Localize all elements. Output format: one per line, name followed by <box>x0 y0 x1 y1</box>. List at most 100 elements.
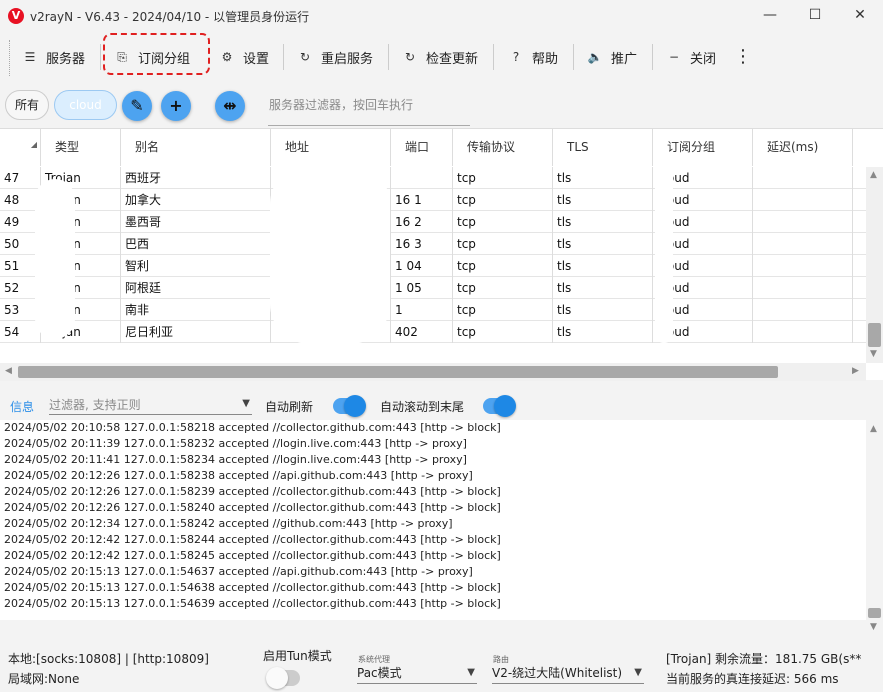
scroll-up-icon[interactable]: ▲ <box>870 170 877 180</box>
cell-alias: 西班牙 <box>121 167 271 189</box>
real-delay-text: 当前服务的真连接延迟: 566 ms <box>666 672 839 686</box>
toolbar-divider <box>573 44 574 70</box>
table-row[interactable]: 50Trojan巴西16 3tcptlscloud <box>0 233 866 255</box>
filter-all-chip[interactable]: 所有 <box>5 90 49 120</box>
maximize-button[interactable]: ☐ <box>803 4 827 26</box>
server-icon: ☰ <box>24 50 36 64</box>
column-header-alias[interactable]: 别名 <box>121 129 271 166</box>
cell-net: tcp <box>453 277 553 299</box>
scroll-down-icon[interactable]: ▼ <box>870 349 877 359</box>
help-icon: ? <box>512 50 520 64</box>
log-filter-input[interactable]: 过滤器, 支持正则 ▼ <box>49 395 252 415</box>
toolbar-grip <box>9 40 11 76</box>
scroll-up-icon[interactable]: ▲ <box>870 424 877 434</box>
tun-mode-toggle[interactable] <box>266 667 300 689</box>
column-header-tls[interactable]: TLS <box>553 129 653 166</box>
cell-alias: 巴西 <box>121 233 271 255</box>
auto-refresh-toggle[interactable] <box>333 395 366 417</box>
routing-select[interactable]: V2-绕过大陆(Whitelist) ▼ <box>492 664 644 684</box>
log-output[interactable]: 2024/05/02 20:10:58 127.0.0.1:58218 acce… <box>0 420 866 620</box>
log-line: 2024/05/02 20:15:13 127.0.0.1:54638 acce… <box>4 581 501 594</box>
settings-button[interactable]: ⚙ 设置 <box>219 40 269 74</box>
table-row[interactable]: 54Trojan尼日利亚402tcptlscloud <box>0 321 866 343</box>
close-label: 关闭 <box>690 51 717 67</box>
cell-alias: 阿根廷 <box>121 277 271 299</box>
toolbar-divider <box>100 44 101 70</box>
minimize-button[interactable]: — <box>758 4 782 26</box>
cell-net: tcp <box>453 211 553 233</box>
help-button[interactable]: ? 帮助 <box>508 40 558 74</box>
routing-value: V2-绕过大陆(Whitelist) <box>492 666 623 680</box>
update-label: 检查更新 <box>426 51 479 67</box>
cell-tls: tls <box>553 321 653 343</box>
server-table: ◢ 类型 别名 地址 端口 传输协议 TLS 订阅分组 延迟(ms) 47 Tro… <box>0 128 883 381</box>
table-horizontal-scrollbar[interactable]: ◀ ▶ <box>0 363 866 381</box>
check-update-button[interactable]: ↻ 检查更新 <box>402 40 478 74</box>
table-vertical-scrollbar[interactable]: ▲ ▼ <box>866 167 883 363</box>
title-bar: V v2rayN - V6.43 - 2024/04/10 - 以管理员身份运行… <box>0 0 883 32</box>
column-header-group[interactable]: 订阅分组 <box>653 129 753 166</box>
minus-icon: − <box>668 50 680 64</box>
table-row[interactable]: 47 Trojan 西班牙 tcp tls cloud <box>0 167 866 189</box>
log-vertical-scrollbar[interactable]: ▲ ▼ <box>866 420 883 640</box>
system-proxy-select[interactable]: Pac模式 ▼ <box>357 664 477 684</box>
restart-service-button[interactable]: ↻ 重启服务 <box>297 40 373 74</box>
system-proxy-value: Pac模式 <box>357 666 402 680</box>
info-tab[interactable]: 信息 <box>10 398 34 415</box>
servers-button[interactable]: ☰ 服务器 <box>22 40 85 74</box>
auto-scroll-toggle[interactable] <box>483 395 516 417</box>
dropdown-arrow-icon: ▼ <box>467 667 475 678</box>
corner-triangle-icon: ◢ <box>30 140 37 149</box>
scroll-thumb[interactable] <box>868 608 881 618</box>
restart-label: 重启服务 <box>321 51 374 67</box>
sort-move-icon[interactable]: ⇹ <box>215 91 245 121</box>
column-header-type[interactable]: 类型 <box>41 129 121 166</box>
log-line: 2024/05/02 20:10:58 127.0.0.1:58218 acce… <box>4 421 501 434</box>
cell-tls: tls <box>553 167 653 189</box>
table-row[interactable]: 53Trojan南非s.1tcptlscloud <box>0 299 866 321</box>
column-header-port[interactable]: 端口 <box>391 129 453 166</box>
cell-port: 1 04 <box>391 255 453 277</box>
server-filter-input[interactable]: 服务器过滤器，按回车执行 <box>268 92 470 126</box>
add-plus-icon[interactable]: + <box>161 91 191 121</box>
redaction-mark <box>35 179 75 339</box>
toolbar-divider <box>388 44 389 70</box>
cell-port: 1 <box>391 299 453 321</box>
log-line: 2024/05/02 20:11:39 127.0.0.1:58232 acce… <box>4 437 467 450</box>
scroll-left-icon[interactable]: ◀ <box>5 366 12 376</box>
close-window-button[interactable]: ✕ <box>848 4 872 26</box>
cell-idx: 47 <box>0 167 41 189</box>
scroll-thumb[interactable] <box>868 323 881 347</box>
cell-port <box>391 167 453 189</box>
cell-delay <box>753 189 853 211</box>
cell-port: 16 3 <box>391 233 453 255</box>
redaction-mark <box>655 165 673 343</box>
column-header-delay[interactable]: 延迟(ms) <box>753 129 853 166</box>
help-label: 帮助 <box>532 51 559 67</box>
table-row[interactable]: 49Trojan墨西哥e.eeee16 2tcptlscloud <box>0 211 866 233</box>
cell-net: tcp <box>453 233 553 255</box>
app-logo-icon: V <box>8 8 24 24</box>
column-header-address[interactable]: 地址 <box>271 129 391 166</box>
scroll-right-icon[interactable]: ▶ <box>852 366 859 376</box>
column-header-network[interactable]: 传输协议 <box>453 129 553 166</box>
traffic-remaining-text: [Trojan] 剩余流量：181.75 GB(s** <box>666 652 862 666</box>
filter-group-chip[interactable]: cloud <box>54 90 117 120</box>
cell-alias: 墨西哥 <box>121 211 271 233</box>
scroll-down-icon[interactable]: ▼ <box>870 622 877 632</box>
h-scroll-thumb[interactable] <box>18 366 778 378</box>
more-options-icon[interactable]: ⋮ <box>734 44 752 70</box>
promote-label: 推广 <box>611 51 638 67</box>
cell-net: tcp <box>453 189 553 211</box>
cell-net: tcp <box>453 167 553 189</box>
select-all-corner[interactable]: ◢ <box>0 129 41 166</box>
cell-delay <box>753 211 853 233</box>
redaction-mark <box>270 164 390 344</box>
table-row[interactable]: 52Trojan阿根廷e.1 05tcptlscloud <box>0 277 866 299</box>
table-row[interactable]: 51Trojan智利e.1 04tcptlscloud <box>0 255 866 277</box>
cell-delay <box>753 321 853 343</box>
edit-pencil-icon[interactable]: ✎ <box>122 91 152 121</box>
table-row[interactable]: 48Trojan加拿大e.16 1tcptlscloud <box>0 189 866 211</box>
promote-button[interactable]: 🔈 推广 <box>587 40 638 74</box>
close-app-button[interactable]: − 关闭 <box>666 40 716 74</box>
